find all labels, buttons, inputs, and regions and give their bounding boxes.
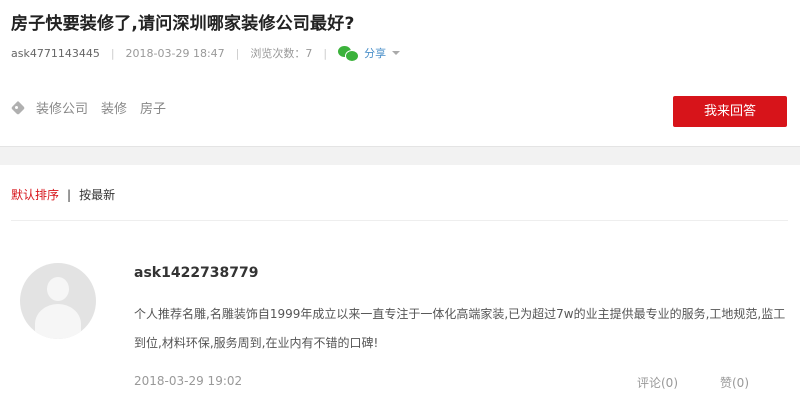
meta-separator: | xyxy=(110,46,115,60)
question-meta: ask4771143445 | 2018-03-29 18:47 | 浏览次数：… xyxy=(11,45,401,62)
chevron-down-icon xyxy=(392,51,401,55)
share-button[interactable]: 分享 xyxy=(338,45,401,62)
tag-icon xyxy=(10,100,26,115)
meta-separator: | xyxy=(235,46,240,60)
tag-item[interactable]: 房子 xyxy=(140,98,166,117)
meta-separator: | xyxy=(323,46,328,60)
tag-item[interactable]: 装修公司 xyxy=(36,98,88,117)
answer-content: 个人推荐名雕,名雕装饰自1999年成立以来一直专注于一体化高端家装,已为超过7w… xyxy=(134,307,786,350)
view-count: 浏览次数：7 xyxy=(250,47,313,60)
answer-username[interactable]: ask1422738779 xyxy=(134,265,259,281)
like-button[interactable]: 赞(0) xyxy=(720,374,749,391)
section-gap xyxy=(0,146,800,165)
sort-latest[interactable]: 按最新 xyxy=(79,186,115,203)
sort-default[interactable]: 默认排序 xyxy=(11,186,59,203)
question-author[interactable]: ask4771143445 xyxy=(11,47,100,60)
divider xyxy=(11,220,788,221)
avatar[interactable] xyxy=(20,263,96,339)
question-title: 房子快要装修了,请问深圳哪家装修公司最好? xyxy=(11,14,355,34)
sort-bar: 默认排序 | 按最新 xyxy=(11,186,115,203)
question-time: 2018-03-29 18:47 xyxy=(125,46,225,60)
sort-separator: | xyxy=(67,187,72,202)
answer-time: 2018-03-29 19:02 xyxy=(134,374,243,388)
comment-button[interactable]: 评论(0) xyxy=(637,374,678,391)
wechat-icon xyxy=(338,46,360,62)
avatar-head xyxy=(47,277,69,301)
avatar-body xyxy=(35,304,81,339)
tag-list: 装修公司 装修 房子 xyxy=(10,98,179,117)
answer-button[interactable]: 我来回答 xyxy=(673,96,787,127)
share-label: 分享 xyxy=(364,47,387,60)
question-panel: 房子快要装修了,请问深圳哪家装修公司最好? ask4771143445 | 20… xyxy=(0,0,800,146)
tag-item[interactable]: 装修 xyxy=(101,98,127,117)
